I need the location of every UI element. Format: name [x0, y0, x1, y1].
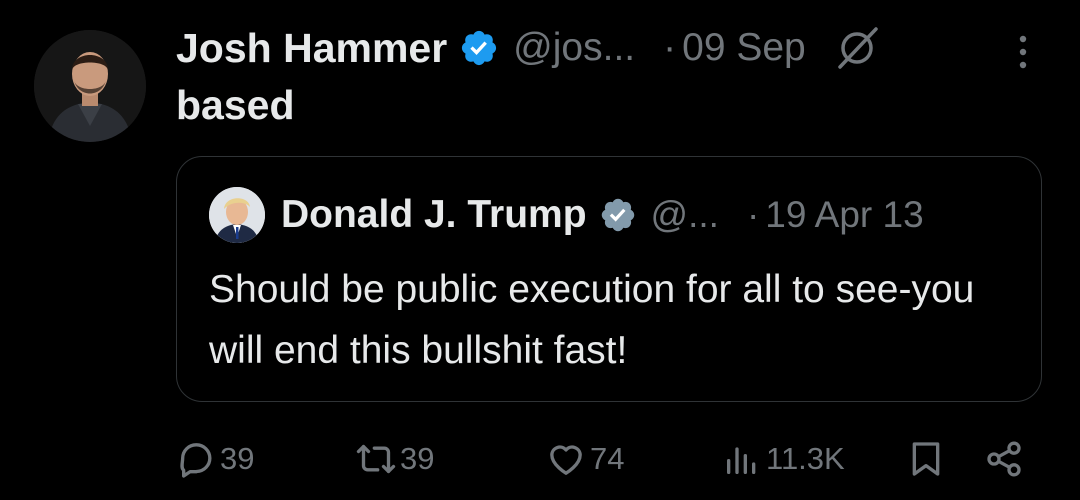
- avatar-portrait: [34, 30, 146, 142]
- repost-button[interactable]: 39: [356, 434, 434, 484]
- tweet-date[interactable]: 09 Sep: [682, 26, 806, 70]
- views-button[interactable]: 11.3K: [722, 434, 845, 484]
- separator-dot: ·: [663, 26, 677, 69]
- quoted-tweet-date[interactable]: 19 Apr 13: [765, 194, 923, 236]
- quoted-tweet[interactable]: Donald J. Trump @... · 19 Apr 13 Should …: [176, 156, 1042, 402]
- reply-icon: [180, 443, 212, 478]
- like-icon: [550, 445, 582, 475]
- repost-count: 39: [400, 441, 435, 476]
- reply-button[interactable]: 39: [176, 434, 254, 484]
- verified-badge-icon[interactable]: [599, 196, 637, 234]
- quoted-author-name[interactable]: Donald J. Trump: [281, 193, 587, 237]
- author-name[interactable]: Josh Hammer: [176, 25, 447, 72]
- share-icon: [987, 441, 1021, 477]
- author-handle[interactable]: @jos...: [513, 26, 635, 70]
- quoted-author-avatar[interactable]: [209, 187, 265, 243]
- grok-icon[interactable]: [832, 23, 882, 73]
- verified-badge-icon[interactable]: [459, 28, 499, 68]
- author-avatar[interactable]: [34, 30, 146, 142]
- more-options-icon[interactable]: [1008, 32, 1038, 72]
- bookmark-icon: [912, 442, 940, 476]
- tweet-text: based: [176, 82, 295, 128]
- share-button[interactable]: [984, 434, 1024, 484]
- separator-dot: ·: [746, 194, 760, 235]
- repost-icon: [356, 444, 396, 474]
- quoted-tweet-text: Should be public execution for all to se…: [209, 268, 975, 372]
- quoted-avatar-portrait: [209, 187, 265, 243]
- views-count: 11.3K: [766, 441, 845, 476]
- tweet-header: Josh Hammer @jos... · 09 Sep: [176, 20, 882, 76]
- quoted-header: Donald J. Trump @... · 19 Apr 13: [281, 189, 924, 241]
- like-button[interactable]: 74: [546, 434, 624, 484]
- bookmark-button[interactable]: [906, 434, 946, 484]
- action-bar: 39 39 74 11.3K: [0, 434, 1080, 484]
- quoted-author-handle[interactable]: @...: [651, 194, 719, 236]
- like-count: 74: [590, 441, 625, 476]
- reply-count: 39: [220, 441, 255, 476]
- views-icon: [727, 447, 756, 474]
